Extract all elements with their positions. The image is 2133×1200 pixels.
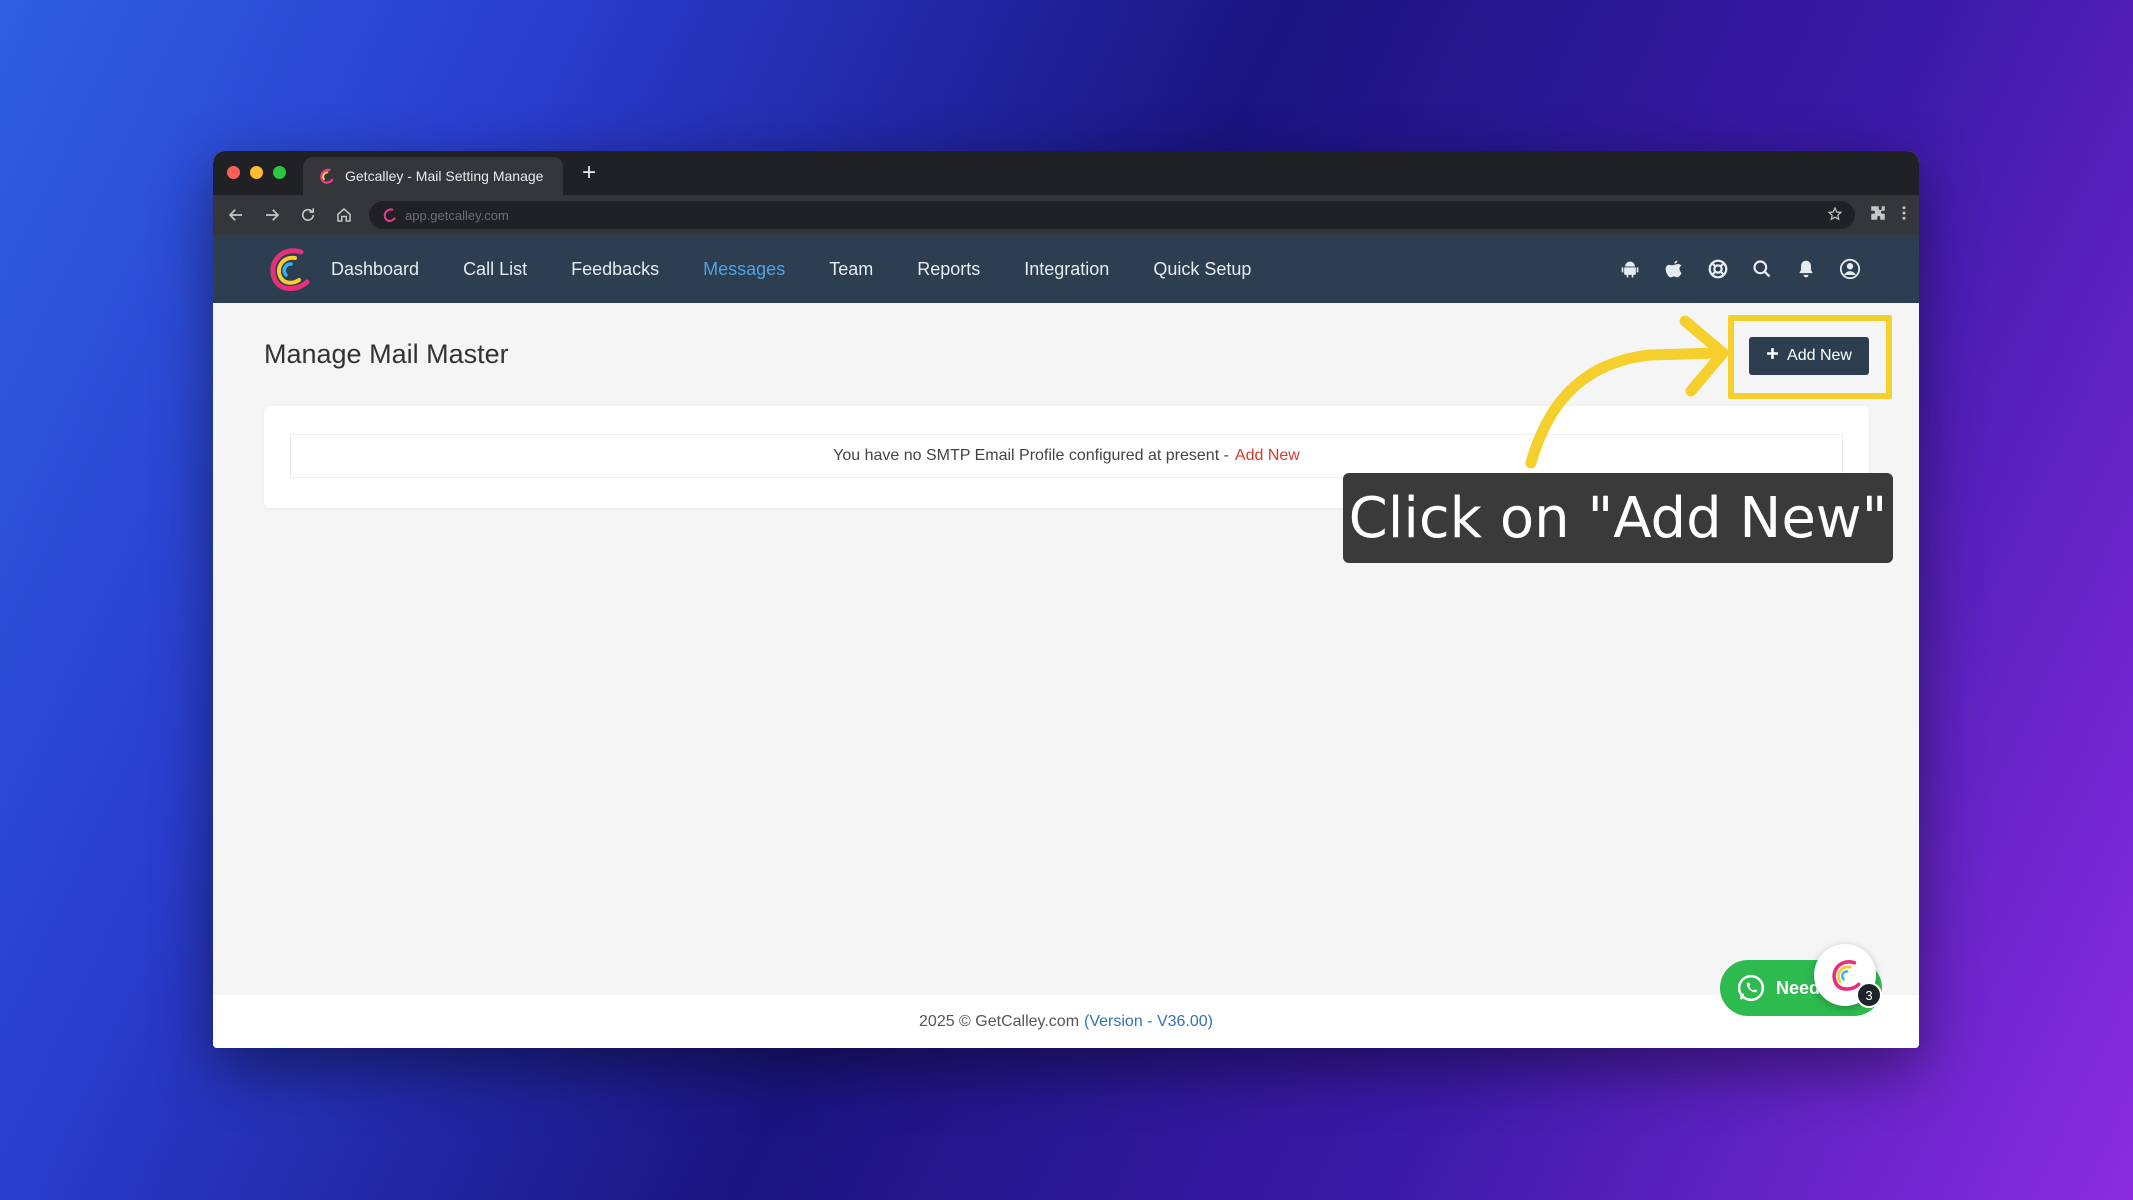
maximize-window-button[interactable] xyxy=(273,166,286,179)
bookmark-star-icon[interactable] xyxy=(1827,206,1843,225)
puzzle-icon[interactable] xyxy=(1869,204,1887,227)
extensions-area xyxy=(1869,204,1907,227)
favicon-icon xyxy=(320,168,334,184)
home-button[interactable] xyxy=(333,204,355,226)
tab-strip: Getcalley - Mail Setting Manage + xyxy=(213,151,1919,195)
nav-messages[interactable]: Messages xyxy=(703,259,785,280)
nav-reports[interactable]: Reports xyxy=(917,259,980,280)
notification-count-badge: 3 xyxy=(1856,982,1882,1008)
minimize-window-button[interactable] xyxy=(250,166,263,179)
arrow-right-icon xyxy=(266,209,280,221)
footer-copyright: 2025 © GetCalley.com xyxy=(919,1012,1080,1030)
browser-toolbar: app.getcalley.com xyxy=(213,195,1919,235)
close-window-button[interactable] xyxy=(227,166,240,179)
page-footer: 2025 © GetCalley.com (Version - V36.00) xyxy=(213,995,1919,1048)
support-icon[interactable] xyxy=(1707,258,1729,280)
search-icon[interactable] xyxy=(1751,258,1773,280)
nav-integration[interactable]: Integration xyxy=(1024,259,1109,280)
plus-icon xyxy=(1766,347,1779,365)
chat-widget-button[interactable]: 3 xyxy=(1814,944,1882,1008)
back-button[interactable] xyxy=(225,204,247,226)
nav-quick-setup[interactable]: Quick Setup xyxy=(1153,259,1251,280)
nav-call-list[interactable]: Call List xyxy=(463,259,527,280)
browser-tab[interactable]: Getcalley - Mail Setting Manage xyxy=(303,157,563,195)
reload-button[interactable] xyxy=(297,204,319,226)
tab-title: Getcalley - Mail Setting Manage xyxy=(345,168,544,184)
more-menu-icon[interactable] xyxy=(1901,204,1907,227)
forward-button[interactable] xyxy=(261,204,283,226)
nav-icon-group xyxy=(1619,258,1861,280)
footer-version-link[interactable]: (Version - V36.00) xyxy=(1084,1013,1213,1031)
getcalley-logo-icon[interactable] xyxy=(263,244,313,294)
site-favicon-icon xyxy=(383,208,396,222)
page-content: Manage Mail Master Add New You have no S… xyxy=(213,303,1919,1048)
apple-icon[interactable] xyxy=(1663,258,1685,280)
new-tab-button[interactable]: + xyxy=(575,159,603,187)
whatsapp-icon xyxy=(1737,974,1765,1002)
bell-icon[interactable] xyxy=(1795,258,1817,280)
reload-icon xyxy=(301,208,315,221)
add-new-button[interactable]: Add New xyxy=(1749,337,1869,375)
nav-team[interactable]: Team xyxy=(829,259,873,280)
app-navbar: Dashboard Call List Feedbacks Messages T… xyxy=(213,235,1919,303)
browser-window: Getcalley - Mail Setting Manage + app.ge… xyxy=(213,151,1919,1048)
page-title: Manage Mail Master xyxy=(264,339,509,369)
empty-state-message: You have no SMTP Email Profile configure… xyxy=(833,447,1229,464)
android-icon[interactable] xyxy=(1619,258,1641,280)
address-bar[interactable]: app.getcalley.com xyxy=(369,201,1855,229)
user-icon[interactable] xyxy=(1839,258,1861,280)
callout-text: Click on "Add New" xyxy=(1348,485,1888,551)
whatsapp-label: Need xyxy=(1776,977,1821,998)
home-icon xyxy=(337,208,351,222)
nav-dashboard[interactable]: Dashboard xyxy=(331,259,419,280)
url-text: app.getcalley.com xyxy=(405,207,509,223)
arrow-left-icon xyxy=(228,209,242,221)
nav-feedbacks[interactable]: Feedbacks xyxy=(571,259,659,280)
instruction-callout: Click on "Add New" xyxy=(1343,473,1893,563)
add-new-link[interactable]: Add New xyxy=(1235,447,1300,465)
annotation-arrow-icon xyxy=(1525,315,1729,469)
window-controls xyxy=(227,166,286,179)
add-new-label: Add New xyxy=(1787,347,1852,364)
